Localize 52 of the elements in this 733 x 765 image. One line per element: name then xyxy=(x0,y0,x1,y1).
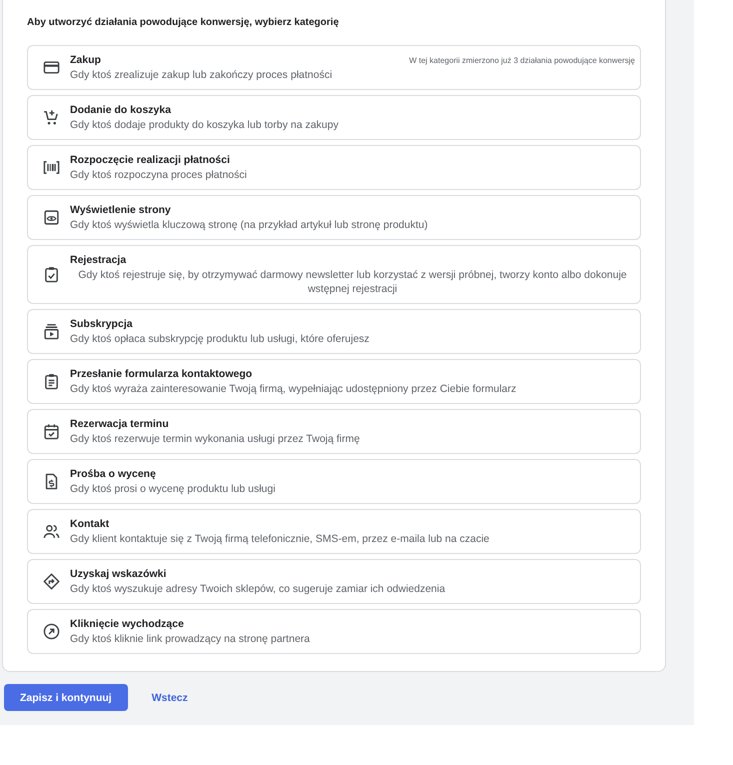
category-option[interactable]: Wyświetlenie strony Gdy ktoś wyświetla kluczową stronę (na przykład artykuł lub stronę produktu) xyxy=(27,195,641,240)
option-title: Uzyskaj wskazówki xyxy=(70,567,166,582)
option-title: Kontakt xyxy=(70,517,110,532)
category-option[interactable]: Kontakt Gdy klient kontaktuje się z Twoją firmą telefonicznie, SMS-em, przez e-maila lub na czacie xyxy=(27,509,641,554)
option-description: Gdy klient kontaktuje się z Twoją firmą telefonicznie, SMS-em, przez e-maila lub na czacie xyxy=(70,532,490,546)
category-option[interactable]: Zakup W tej kategorii zmierzono już 3 działania powodujące konwersję Gdy ktoś zrealizuje zakup lub zakończy proces płatności xyxy=(27,45,641,90)
stacked-play-icon xyxy=(43,323,60,340)
option-title: Prośba o wycenę xyxy=(70,467,156,482)
option-description: Gdy ktoś rezerwuje termin wykonania usługi przez Twoją firmę xyxy=(70,432,360,446)
option-title: Rozpoczęcie realizacji płatności xyxy=(70,153,230,168)
back-link[interactable]: Wstecz xyxy=(152,692,188,704)
people-icon xyxy=(43,523,60,540)
section-heading: Aby utworzyć działania powodujące konwersję, wybierz kategorię xyxy=(27,16,340,30)
barcode-scan-icon xyxy=(43,159,60,176)
option-title: Kliknięcie wychodzące xyxy=(70,617,184,632)
category-option[interactable]: Dodanie do koszyka Gdy ktoś dodaje produkty do koszyka lub torby na zakupy xyxy=(27,95,641,140)
document-dollar-icon xyxy=(43,473,60,490)
category-option[interactable]: Prośba o wycenę Gdy ktoś prosi o wycenę produktu lub usługi xyxy=(27,459,641,504)
category-option[interactable]: Rozpoczęcie realizacji płatności Gdy ktoś rozpoczyna proces płatności xyxy=(27,145,641,190)
option-description: Gdy ktoś wyświetla kluczową stronę (na przykład artykuł lub stronę produktu) xyxy=(70,218,428,232)
credit-card-icon xyxy=(43,59,60,76)
cart-plus-icon xyxy=(43,109,60,126)
clipboard-check-icon xyxy=(43,266,60,283)
option-description: Gdy ktoś zrealizuje zakup lub zakończy proces płatności xyxy=(70,68,332,82)
option-title: Zakup xyxy=(70,53,101,68)
diamond-arrow-icon xyxy=(43,573,60,590)
option-description: Gdy ktoś rejestruje się, by otrzymywać darmowy newsletter lub korzystać z wersji próbnej, tworzy konto albo dokonuje wstępnej rejestracji xyxy=(77,268,628,296)
option-title: Rezerwacja terminu xyxy=(70,417,169,432)
category-option[interactable]: Rejestracja Gdy ktoś rejestruje się, by otrzymywać darmowy newsletter lub korzystać z wersji próbnej, tworzy konto albo dokonuje wstępnej rejestracji xyxy=(27,245,641,304)
option-title: Przesłanie formularza kontaktowego xyxy=(70,367,252,382)
option-note: W tej kategorii zmierzono już 3 działania powodujące konwersję xyxy=(409,55,635,67)
category-option[interactable]: Uzyskaj wskazówki Gdy ktoś wyszukuje adresy Twoich sklepów, co sugeruje zamiar ich odwiedzenia xyxy=(27,559,641,604)
option-description: Gdy ktoś opłaca subskrypcję produktu lub usługi, które oferujesz xyxy=(70,332,370,346)
option-title: Rejestracja xyxy=(70,253,126,268)
category-option[interactable]: Rezerwacja terminu Gdy ktoś rezerwuje termin wykonania usługi przez Twoją firmę xyxy=(27,409,641,454)
calendar-check-icon xyxy=(43,423,60,440)
option-description: Gdy ktoś rozpoczyna proces płatności xyxy=(70,168,247,182)
option-description: Gdy ktoś kliknie link prowadzący na stronę partnera xyxy=(70,632,310,646)
option-description: Gdy ktoś wyszukuje adresy Twoich sklepów, co sugeruje zamiar ich odwiedzenia xyxy=(70,582,446,596)
clipboard-list-icon xyxy=(43,373,60,390)
category-option[interactable]: Subskrypcja Gdy ktoś opłaca subskrypcję produktu lub usługi, które oferujesz xyxy=(27,309,641,354)
option-description: Gdy ktoś wyraża zainteresowanie Twoją firmą, wypełniając udostępniony przez Ciebie formularz xyxy=(70,382,516,396)
category-option[interactable]: Przesłanie formularza kontaktowego Gdy ktoś wyraża zainteresowanie Twoją firmą, wypełniając udostępniony przez Ciebie formularz xyxy=(27,359,641,404)
category-option[interactable]: Kliknięcie wychodzące Gdy ktoś kliknie link prowadzący na stronę partnera xyxy=(27,609,641,654)
option-title: Subskrypcja xyxy=(70,317,132,332)
option-description: Gdy ktoś prosi o wycenę produktu lub usługi xyxy=(70,482,276,496)
option-title: Dodanie do koszyka xyxy=(70,103,171,118)
arrow-circle-icon xyxy=(43,623,60,640)
eye-frame-icon xyxy=(43,209,60,226)
option-description: Gdy ktoś dodaje produkty do koszyka lub torby na zakupy xyxy=(70,118,338,132)
save-continue-button[interactable]: Zapisz i kontynuuj xyxy=(4,684,128,711)
option-title: Wyświetlenie strony xyxy=(70,203,171,218)
